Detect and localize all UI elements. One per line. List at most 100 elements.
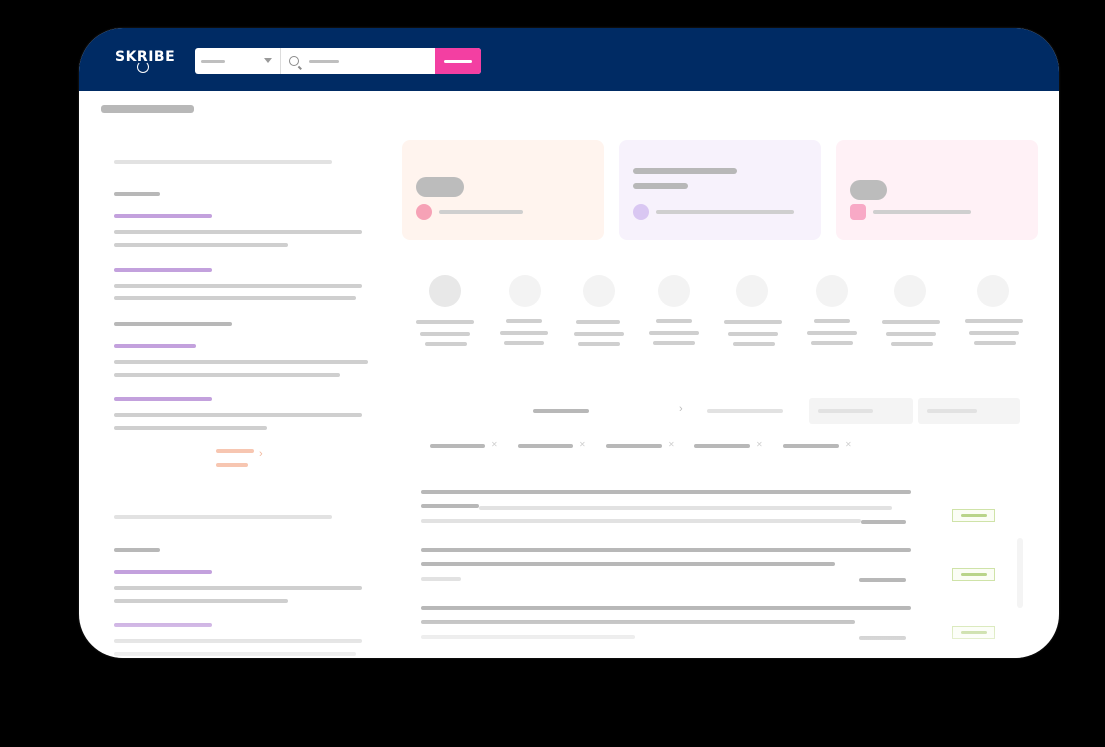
sidebar-text <box>114 426 267 430</box>
category-label <box>807 331 857 335</box>
category-label <box>576 320 620 324</box>
filter-chip[interactable] <box>783 444 839 448</box>
category-avatar[interactable] <box>816 275 848 307</box>
search-input[interactable] <box>281 48 435 74</box>
sidebar-section-title <box>114 548 160 552</box>
category-label <box>420 332 470 336</box>
filter-chip[interactable] <box>430 444 485 448</box>
close-icon[interactable]: ✕ <box>491 440 498 449</box>
chevron-right-icon: › <box>259 448 263 460</box>
category-label <box>886 332 936 336</box>
sidebar-link[interactable] <box>114 344 196 348</box>
see-more-link[interactable] <box>216 463 248 467</box>
category-label <box>574 332 624 336</box>
filter-chip[interactable] <box>518 444 573 448</box>
category-label <box>969 331 1019 335</box>
stat-card[interactable] <box>619 140 821 240</box>
result-text <box>421 519 861 523</box>
sidebar-section-title <box>114 192 160 196</box>
chevron-down-icon <box>264 58 272 63</box>
stat-label <box>873 210 971 214</box>
sidebar-link[interactable] <box>114 214 212 218</box>
sidebar-text <box>114 360 368 364</box>
brand-logo[interactable]: SKRIBE <box>115 49 175 73</box>
sidebar-heading <box>114 515 332 519</box>
stat-card[interactable] <box>836 140 1038 240</box>
search-bar <box>195 48 481 74</box>
result-date <box>861 520 906 524</box>
close-icon[interactable]: ✕ <box>668 440 675 449</box>
result-text <box>421 577 461 581</box>
result-title[interactable] <box>421 504 479 508</box>
filter-chip[interactable] <box>606 444 662 448</box>
sidebar-text <box>114 599 288 603</box>
category-avatar[interactable] <box>583 275 615 307</box>
stat-card[interactable] <box>402 140 604 240</box>
sidebar-link[interactable] <box>114 570 212 574</box>
sidebar-link[interactable] <box>114 397 212 401</box>
status-badge <box>952 568 995 581</box>
category-label <box>500 331 548 335</box>
category-label <box>506 319 542 323</box>
category-label <box>649 331 699 335</box>
close-icon[interactable]: ✕ <box>579 440 586 449</box>
result-title[interactable] <box>421 548 911 552</box>
sidebar-text <box>114 296 356 300</box>
category-label <box>728 332 778 336</box>
chat-icon <box>850 204 866 220</box>
category-label <box>425 342 467 346</box>
category-avatar[interactable] <box>894 275 926 307</box>
results-count <box>533 409 589 413</box>
select-placeholder <box>201 59 225 63</box>
result-text <box>479 506 892 510</box>
category-label <box>891 342 933 346</box>
see-more-link[interactable] <box>216 449 254 453</box>
category-label <box>416 320 474 324</box>
filter-label <box>927 409 977 413</box>
category-label <box>504 341 544 345</box>
category-label <box>965 319 1023 323</box>
close-icon[interactable]: ✕ <box>756 440 763 449</box>
sidebar-text <box>114 284 362 288</box>
chevron-right-icon: › <box>679 403 683 415</box>
logo-magnifier-icon <box>137 61 149 73</box>
filter-dropdown[interactable] <box>809 398 913 424</box>
sidebar-link[interactable] <box>114 268 212 272</box>
sort-option[interactable] <box>707 409 783 413</box>
sidebar-heading <box>114 160 332 164</box>
result-date <box>859 578 906 582</box>
user-icon <box>416 204 432 220</box>
category-label <box>656 319 692 323</box>
scrollbar[interactable] <box>1017 538 1023 608</box>
category-label <box>733 342 775 346</box>
filter-label <box>818 409 873 413</box>
sidebar-text <box>114 373 340 377</box>
app-window: SKRIBE › › ✕ ✕ ✕ ✕ ✕ <box>79 28 1059 658</box>
result-title[interactable] <box>421 562 835 566</box>
sidebar-text <box>114 243 288 247</box>
close-icon[interactable]: ✕ <box>845 440 852 449</box>
result-title[interactable] <box>421 490 911 494</box>
category-label <box>578 342 620 346</box>
status-badge <box>952 509 995 522</box>
top-bar: SKRIBE <box>79 28 1059 91</box>
clock-icon <box>633 204 649 220</box>
filter-dropdown[interactable] <box>918 398 1020 424</box>
sidebar-text <box>114 413 362 417</box>
search-category-select[interactable] <box>195 48 281 74</box>
category-avatar[interactable] <box>736 275 768 307</box>
category-label <box>974 341 1016 345</box>
sidebar-text <box>114 230 362 234</box>
filter-chip[interactable] <box>694 444 750 448</box>
category-avatar[interactable] <box>429 275 461 307</box>
category-avatar[interactable] <box>977 275 1009 307</box>
category-avatar[interactable] <box>658 275 690 307</box>
category-label <box>882 320 940 324</box>
category-label <box>724 320 782 324</box>
search-icon <box>289 56 299 66</box>
sidebar-text <box>114 586 362 590</box>
category-avatar[interactable] <box>509 275 541 307</box>
search-button-label <box>444 59 472 63</box>
stat-value <box>633 183 688 189</box>
search-button[interactable] <box>435 48 481 74</box>
